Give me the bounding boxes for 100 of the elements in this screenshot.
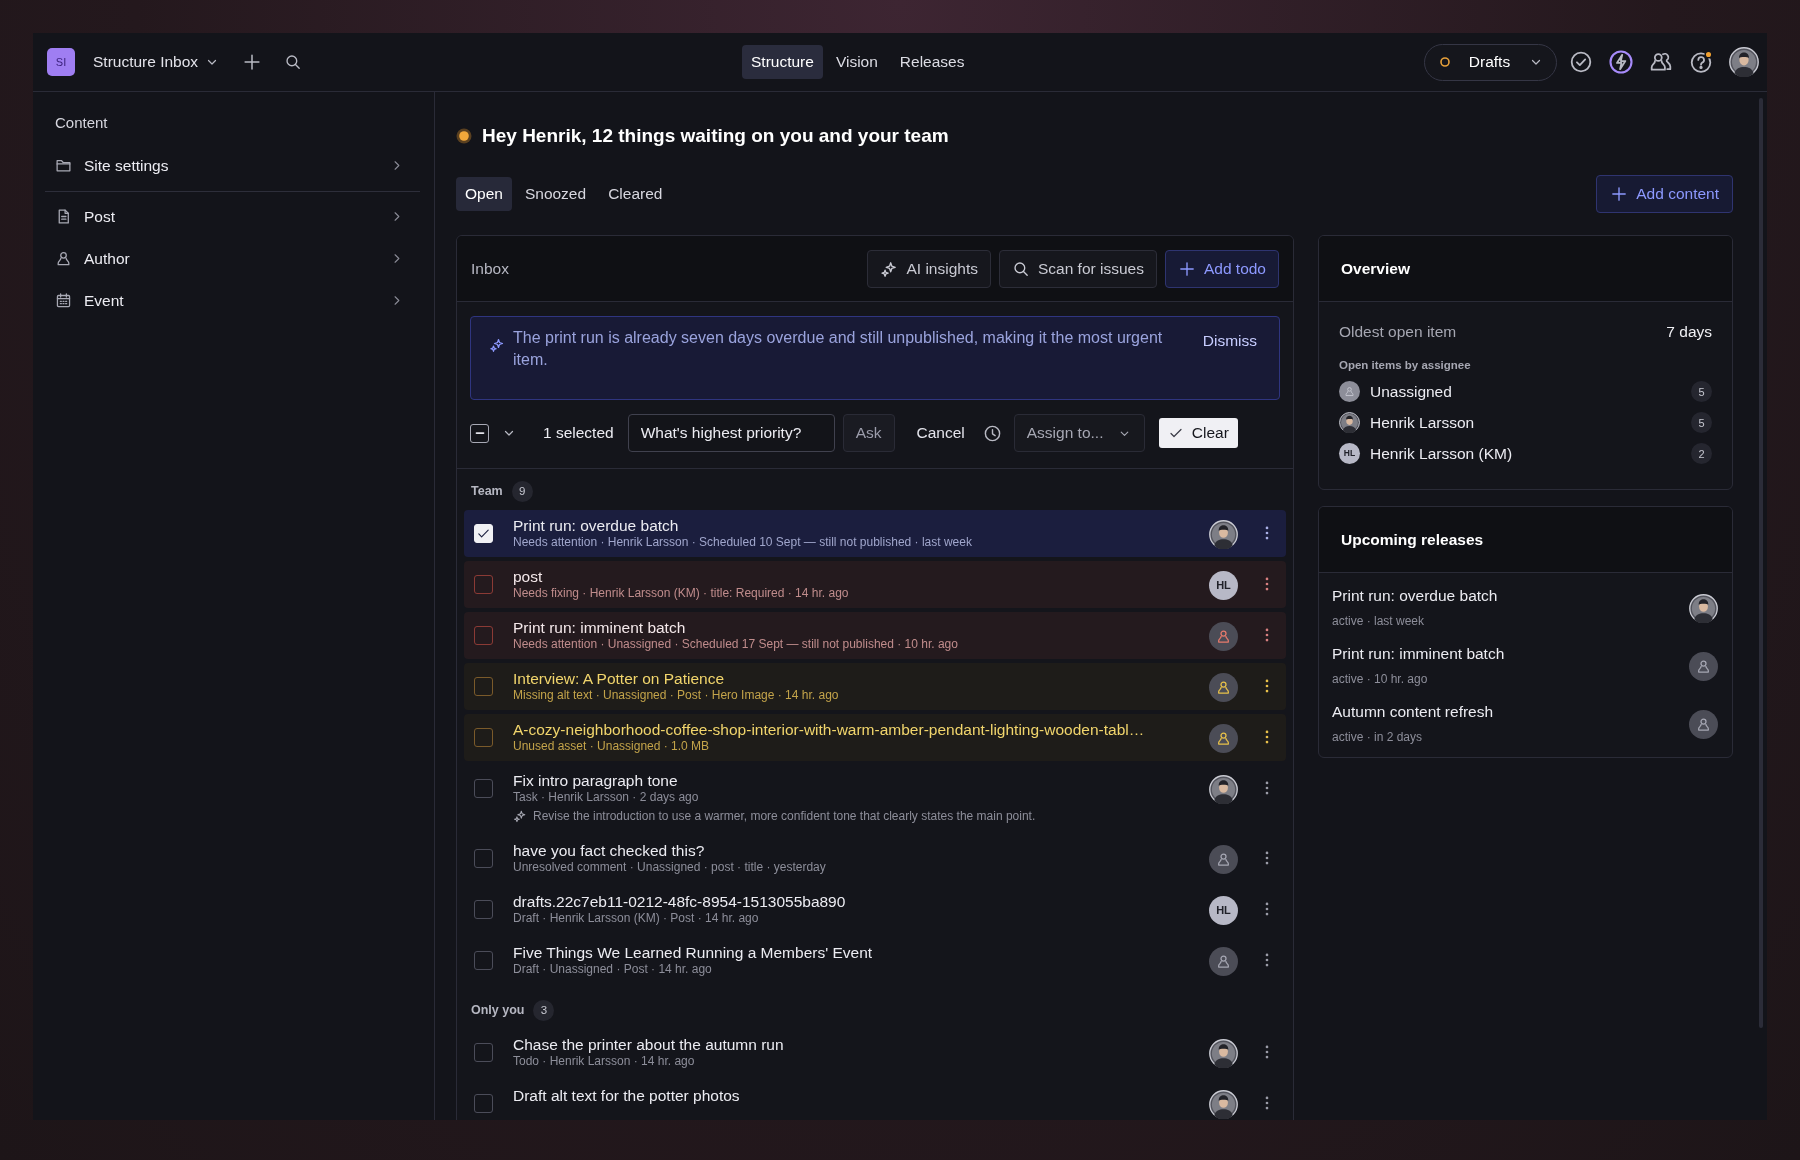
- release-title: Print run: overdue batch: [1332, 586, 1498, 606]
- release-item[interactable]: Autumn content refresh active · in 2 days: [1319, 695, 1732, 754]
- item-title: have you fact checked this?: [513, 841, 705, 860]
- nav-tab[interactable]: Vision: [826, 45, 887, 79]
- release-meta: active · last week: [1332, 614, 1425, 630]
- action-button[interactable]: AI insights: [867, 249, 991, 288]
- insight-text: The print run is already seven days overdue and still unpublished, making it the most urgent item.: [513, 328, 1164, 371]
- row-checkbox[interactable]: [474, 951, 493, 970]
- item-meta: Draft · Henrik Larsson (KM) · Post · 14 hr. ago: [513, 911, 759, 926]
- group-label: Team: [471, 483, 503, 501]
- help-icon[interactable]: [1689, 50, 1713, 74]
- workspace-switcher[interactable]: Structure Inbox: [89, 46, 225, 78]
- question-field[interactable]: What's highest priority?: [627, 414, 835, 452]
- cancel-button[interactable]: Cancel: [902, 421, 971, 445]
- sidebar-item[interactable]: Post: [51, 195, 420, 238]
- action-button[interactable]: Scan for issues: [998, 249, 1157, 288]
- item-title: Five Things We Learned Running a Members' Event: [513, 943, 873, 962]
- user-avatar: [1209, 1039, 1238, 1068]
- item-note: Revise the introduction to use a warmer, more confident tone that clearly states the main point.: [533, 808, 1036, 825]
- row-checkbox[interactable]: [474, 1043, 493, 1062]
- status-dot: [456, 128, 472, 144]
- nav-tab[interactable]: Releases: [890, 45, 974, 79]
- item-meta: Unused asset · Unassigned · 1.0 MB: [513, 739, 710, 754]
- perspective-dropdown[interactable]: Drafts: [1424, 43, 1557, 81]
- stat-label: Oldest open item: [1339, 322, 1457, 342]
- item-meta: Draft · Unassigned · Post · 14 hr. ago: [513, 962, 712, 977]
- item-title: post: [513, 567, 543, 586]
- user-avatar: [1209, 520, 1238, 549]
- item-meta: Needs fixing · Henrik Larsson (KM) · title: Required · 14 hr. ago: [513, 586, 849, 601]
- user-avatar[interactable]: [1729, 47, 1759, 77]
- release-meta: active · in 2 days: [1332, 730, 1423, 746]
- initials-avatar: HL: [1209, 896, 1238, 925]
- inbox-row[interactable]: Draft alt text for the potter photos: [464, 1080, 1286, 1120]
- filter-tab[interactable]: Open: [456, 177, 512, 211]
- sparkle-icon: [880, 259, 899, 278]
- row-checkbox[interactable]: [474, 900, 493, 919]
- count-badge: 5: [1691, 412, 1712, 434]
- add-content-button[interactable]: Add content: [1596, 175, 1733, 213]
- section-label: Open items by assignee: [1339, 358, 1471, 374]
- user-avatar: [1689, 593, 1718, 623]
- inbox-row[interactable]: drafts.22c7eb11-0212-48fc-8954-1513055ba890 Draft · Henrik Larsson (KM) · Post · 14 hr. ago HL: [464, 886, 1286, 933]
- unassigned-avatar: [1689, 651, 1718, 681]
- inbox-row[interactable]: Print run: overdue batch Needs attention · Henrik Larsson · Scheduled 10 Sept — still not published · last week: [464, 510, 1286, 557]
- status-dot: [1439, 56, 1451, 68]
- inbox-row[interactable]: Chase the printer about the autumn run Todo · Henrik Larsson · 14 hr. ago: [464, 1029, 1286, 1076]
- release-item[interactable]: Print run: overdue batch active · last week: [1319, 579, 1732, 638]
- inbox-row[interactable]: A-cozy-neighborhood-coffee-shop-interior-with-warm-amber-pendant-lighting-wooden-tabl… Unused asset · Unassigned · 1.0 MB: [464, 714, 1286, 761]
- inbox-row[interactable]: post Needs fixing · Henrik Larsson (KM) · title: Required · 14 hr. ago HL: [464, 561, 1286, 608]
- unassigned-avatar: [1209, 845, 1238, 874]
- sidebar-item[interactable]: Event: [51, 279, 420, 322]
- count-badge: 2: [1691, 443, 1712, 465]
- action-button[interactable]: Add todo: [1164, 249, 1279, 288]
- inbox-row[interactable]: have you fact checked this? Unresolved comment · Unassigned · post · title · yesterday: [464, 835, 1286, 882]
- sparkle-icon: [513, 809, 527, 823]
- sidebar-heading: Content: [54, 113, 109, 133]
- count-badge: 9: [511, 481, 533, 502]
- inbox-row[interactable]: Print run: imminent batch Needs attention · Unassigned · Scheduled 17 Sept — still not published · 10 hr. ago: [464, 612, 1286, 659]
- unassigned-avatar: [1209, 947, 1238, 976]
- item-title: Draft alt text for the potter photos: [513, 1086, 740, 1105]
- row-checkbox[interactable]: [474, 626, 493, 645]
- release-item[interactable]: Print run: imminent batch active · 10 hr. ago: [1319, 637, 1732, 696]
- row-checkbox[interactable]: [474, 677, 493, 696]
- select-all-checkbox[interactable]: [470, 423, 489, 443]
- group-label: Only you: [471, 1002, 525, 1020]
- bolt-icon[interactable]: [1609, 50, 1633, 74]
- sidebar-item[interactable]: Author: [51, 237, 420, 280]
- dismiss-button[interactable]: Dismiss: [1198, 327, 1261, 355]
- inbox-row[interactable]: Five Things We Learned Running a Members' Event Draft · Unassigned · Post · 14 hr. ago: [464, 937, 1286, 984]
- stat-value: 7 days: [1666, 322, 1712, 342]
- row-checkbox[interactable]: [474, 779, 493, 798]
- initials-avatar: HL: [1209, 571, 1238, 600]
- release-title: Autumn content refresh: [1332, 702, 1494, 722]
- release-title: Print run: imminent batch: [1332, 644, 1505, 664]
- inbox-row[interactable]: Interview: A Potter on Patience Missing alt text · Unassigned · Post · Hero Image · 14 hr. ago: [464, 663, 1286, 710]
- sidebar-item[interactable]: Site settings: [51, 144, 420, 187]
- item-title: Interview: A Potter on Patience: [513, 669, 725, 688]
- row-checkbox[interactable]: [474, 1094, 493, 1113]
- clock-icon[interactable]: [982, 423, 1002, 443]
- sparkle-icon: [489, 337, 505, 353]
- item-title: Fix intro paragraph tone: [513, 771, 678, 790]
- panel-title: Overview: [1340, 258, 1410, 279]
- calendar-icon: [55, 292, 72, 309]
- greeting-heading: Hey Henrik, 12 things waiting on you and your team: [482, 123, 949, 148]
- search-icon[interactable]: [284, 53, 303, 71]
- row-checkbox[interactable]: [474, 728, 493, 747]
- filter-tab[interactable]: Snoozed: [515, 177, 596, 211]
- unassigned-avatar: [1209, 724, 1238, 753]
- clear-button[interactable]: Clear: [1158, 418, 1238, 448]
- user-avatar: [1339, 412, 1360, 434]
- nav-tab[interactable]: Structure: [742, 45, 823, 79]
- check-circle-icon[interactable]: [1569, 50, 1593, 74]
- filter-tab[interactable]: Cleared: [599, 177, 672, 211]
- item-title: Chase the printer about the autumn run: [513, 1035, 784, 1054]
- row-checkbox[interactable]: [474, 849, 493, 868]
- inbox-row[interactable]: Fix intro paragraph tone Task · Henrik Larsson · 2 days ago Revise the introduction to use a warmer, more confident tone that clearly states the main point.: [464, 765, 1286, 831]
- search-icon: [1011, 259, 1030, 278]
- unassigned-avatar: [1339, 381, 1360, 403]
- row-checkbox[interactable]: [474, 575, 493, 594]
- people-icon[interactable]: [1649, 50, 1673, 74]
- assign-dropdown[interactable]: Assign to...: [1013, 414, 1145, 452]
